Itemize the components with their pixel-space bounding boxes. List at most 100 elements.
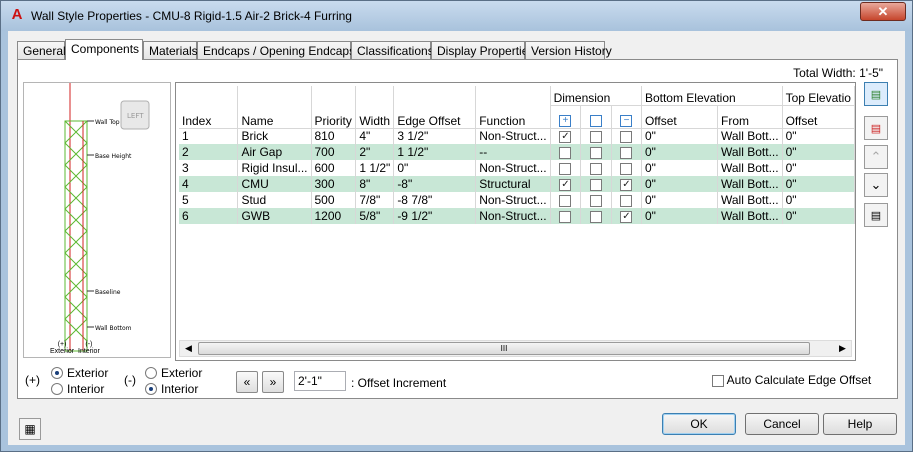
col-bottom-elevation[interactable]: Bottom Elevation: [641, 86, 783, 106]
cell-priority[interactable]: 600: [311, 160, 357, 176]
tab-components[interactable]: Components: [65, 39, 143, 60]
cell-from[interactable]: Wall Bott...: [717, 176, 783, 192]
tab-endcaps[interactable]: Endcaps / Opening Endcaps: [197, 41, 355, 60]
dim-interior-checkbox[interactable]: [620, 131, 633, 144]
dim-exterior-checkbox[interactable]: ✓: [559, 131, 572, 144]
table-row[interactable]: 1 Brick 810 4" 3 1/2" Non-Struct... ✓ 0"…: [179, 128, 855, 144]
col-from[interactable]: From: [717, 105, 783, 129]
dim-center-checkbox[interactable]: [590, 178, 603, 191]
dim-exterior-checkbox[interactable]: [559, 210, 572, 223]
col-dimension[interactable]: Dimension: [550, 86, 642, 106]
dim-center-checkbox[interactable]: [590, 194, 603, 207]
dim-exterior-header[interactable]: +: [550, 105, 582, 129]
dim-center-checkbox[interactable]: [590, 131, 603, 144]
cell-name[interactable]: Brick: [237, 128, 312, 144]
dim-exterior-checkbox[interactable]: [559, 146, 572, 159]
col-width[interactable]: Width: [355, 86, 395, 129]
auto-calc-checkbox[interactable]: Auto Calculate Edge Offset: [712, 373, 871, 387]
cell-edge-offset[interactable]: 3 1/2": [393, 128, 477, 144]
cell-priority[interactable]: 1200: [311, 208, 357, 224]
cell-name[interactable]: Air Gap: [237, 144, 312, 160]
tab-materials[interactable]: Materials: [143, 41, 198, 60]
help-context-button[interactable]: ▦: [19, 418, 41, 440]
dim-interior-checkbox[interactable]: [620, 146, 633, 159]
col-index[interactable]: Index: [179, 86, 239, 129]
cell-from[interactable]: Wall Bott...: [717, 160, 783, 176]
cell-width[interactable]: 7/8": [355, 192, 395, 208]
plus-interior-radio[interactable]: Interior: [51, 382, 104, 396]
components-grid[interactable]: Index Name Priority Width Edge Offset Fu…: [175, 82, 856, 361]
cell-function[interactable]: --: [475, 144, 551, 160]
cell-function[interactable]: Structural: [475, 176, 551, 192]
cell-from[interactable]: Wall Bott...: [717, 208, 783, 224]
cell-edge-offset[interactable]: -8 7/8": [393, 192, 477, 208]
dim-exterior-checkbox[interactable]: [559, 194, 572, 207]
col-top-elevation[interactable]: Top Elevatio: [782, 86, 855, 106]
title-bar[interactable]: A Wall Style Properties - CMU-8 Rigid-1.…: [1, 1, 912, 31]
dim-center-checkbox[interactable]: [590, 146, 603, 159]
remove-component-button[interactable]: ▤: [864, 116, 888, 140]
cell-function[interactable]: Non-Struct...: [475, 192, 551, 208]
cell-name[interactable]: CMU: [237, 176, 312, 192]
plus-exterior-radio[interactable]: Exterior: [51, 366, 108, 380]
cell-bottom-offset[interactable]: 0": [641, 192, 719, 208]
scroll-right-icon[interactable]: ▶: [834, 341, 851, 356]
cell-function[interactable]: Non-Struct...: [475, 208, 551, 224]
cell-top-offset[interactable]: 0": [782, 192, 855, 208]
cell-top-offset[interactable]: 0": [782, 160, 855, 176]
col-name[interactable]: Name: [237, 86, 312, 129]
table-row[interactable]: 6 GWB 1200 5/8" -9 1/2" Non-Struct... ✓ …: [179, 208, 855, 224]
col-function[interactable]: Function: [475, 86, 551, 129]
tab-classifications[interactable]: Classifications: [351, 41, 434, 60]
table-row[interactable]: 5 Stud 500 7/8" -8 7/8" Non-Struct... 0"…: [179, 192, 855, 208]
cell-function[interactable]: Non-Struct...: [475, 160, 551, 176]
offset-increment-input[interactable]: 2'-1": [294, 371, 346, 391]
minus-exterior-radio[interactable]: Exterior: [145, 366, 202, 380]
offset-increase-button[interactable]: »: [262, 371, 284, 393]
dim-interior-checkbox[interactable]: [620, 162, 633, 175]
add-component-button[interactable]: ▤: [864, 82, 888, 106]
cell-priority[interactable]: 500: [311, 192, 357, 208]
dim-interior-checkbox[interactable]: ✓: [620, 210, 633, 223]
col-priority[interactable]: Priority: [311, 86, 357, 129]
tab-general[interactable]: General: [17, 41, 66, 60]
table-row[interactable]: 3 Rigid Insul... 600 1 1/2" 0" Non-Struc…: [179, 160, 855, 176]
cancel-button[interactable]: Cancel: [745, 413, 819, 435]
cell-bottom-offset[interactable]: 0": [641, 160, 719, 176]
scroll-thumb[interactable]: III: [198, 342, 810, 355]
cell-from[interactable]: Wall Bott...: [717, 144, 783, 160]
cell-edge-offset[interactable]: -9 1/2": [393, 208, 477, 224]
horizontal-scrollbar[interactable]: ◀ III ▶: [179, 340, 852, 357]
cell-width[interactable]: 2": [355, 144, 395, 160]
cell-edge-offset[interactable]: 1 1/2": [393, 144, 477, 160]
dim-interior-header[interactable]: −: [611, 105, 642, 129]
tab-version-history[interactable]: Version History: [525, 41, 612, 60]
dim-center-checkbox[interactable]: [590, 162, 603, 175]
cell-width[interactable]: 8": [355, 176, 395, 192]
dim-center-checkbox[interactable]: [590, 210, 603, 223]
col-bottom-offset[interactable]: Offset: [641, 105, 719, 129]
cell-from[interactable]: Wall Bott...: [717, 192, 783, 208]
cell-top-offset[interactable]: 0": [782, 144, 855, 160]
help-button[interactable]: Help: [823, 413, 897, 435]
ok-button[interactable]: OK: [662, 413, 736, 435]
tab-display-properties[interactable]: Display Properties: [431, 41, 534, 60]
move-down-button[interactable]: ⌄: [864, 173, 888, 197]
table-row[interactable]: 4 CMU 300 8" -8" Structural ✓ ✓ 0" Wall …: [179, 176, 855, 192]
cell-priority[interactable]: 700: [311, 144, 357, 160]
cell-width[interactable]: 1 1/2": [355, 160, 395, 176]
dim-interior-checkbox[interactable]: ✓: [620, 178, 633, 191]
minus-interior-radio[interactable]: Interior: [145, 382, 198, 396]
cell-from[interactable]: Wall Bott...: [717, 128, 783, 144]
cell-top-offset[interactable]: 0": [782, 128, 855, 144]
cell-priority[interactable]: 810: [311, 128, 357, 144]
cell-function[interactable]: Non-Struct...: [475, 128, 551, 144]
cell-bottom-offset[interactable]: 0": [641, 144, 719, 160]
table-row[interactable]: 2 Air Gap 700 2" 1 1/2" -- 0" Wall Bott.…: [179, 144, 855, 160]
col-top-offset[interactable]: Offset: [782, 105, 855, 129]
cell-name[interactable]: GWB: [237, 208, 312, 224]
cell-top-offset[interactable]: 0": [782, 208, 855, 224]
scroll-left-icon[interactable]: ◀: [180, 341, 197, 356]
close-button[interactable]: ✕: [860, 2, 906, 21]
cell-edge-offset[interactable]: -8": [393, 176, 477, 192]
